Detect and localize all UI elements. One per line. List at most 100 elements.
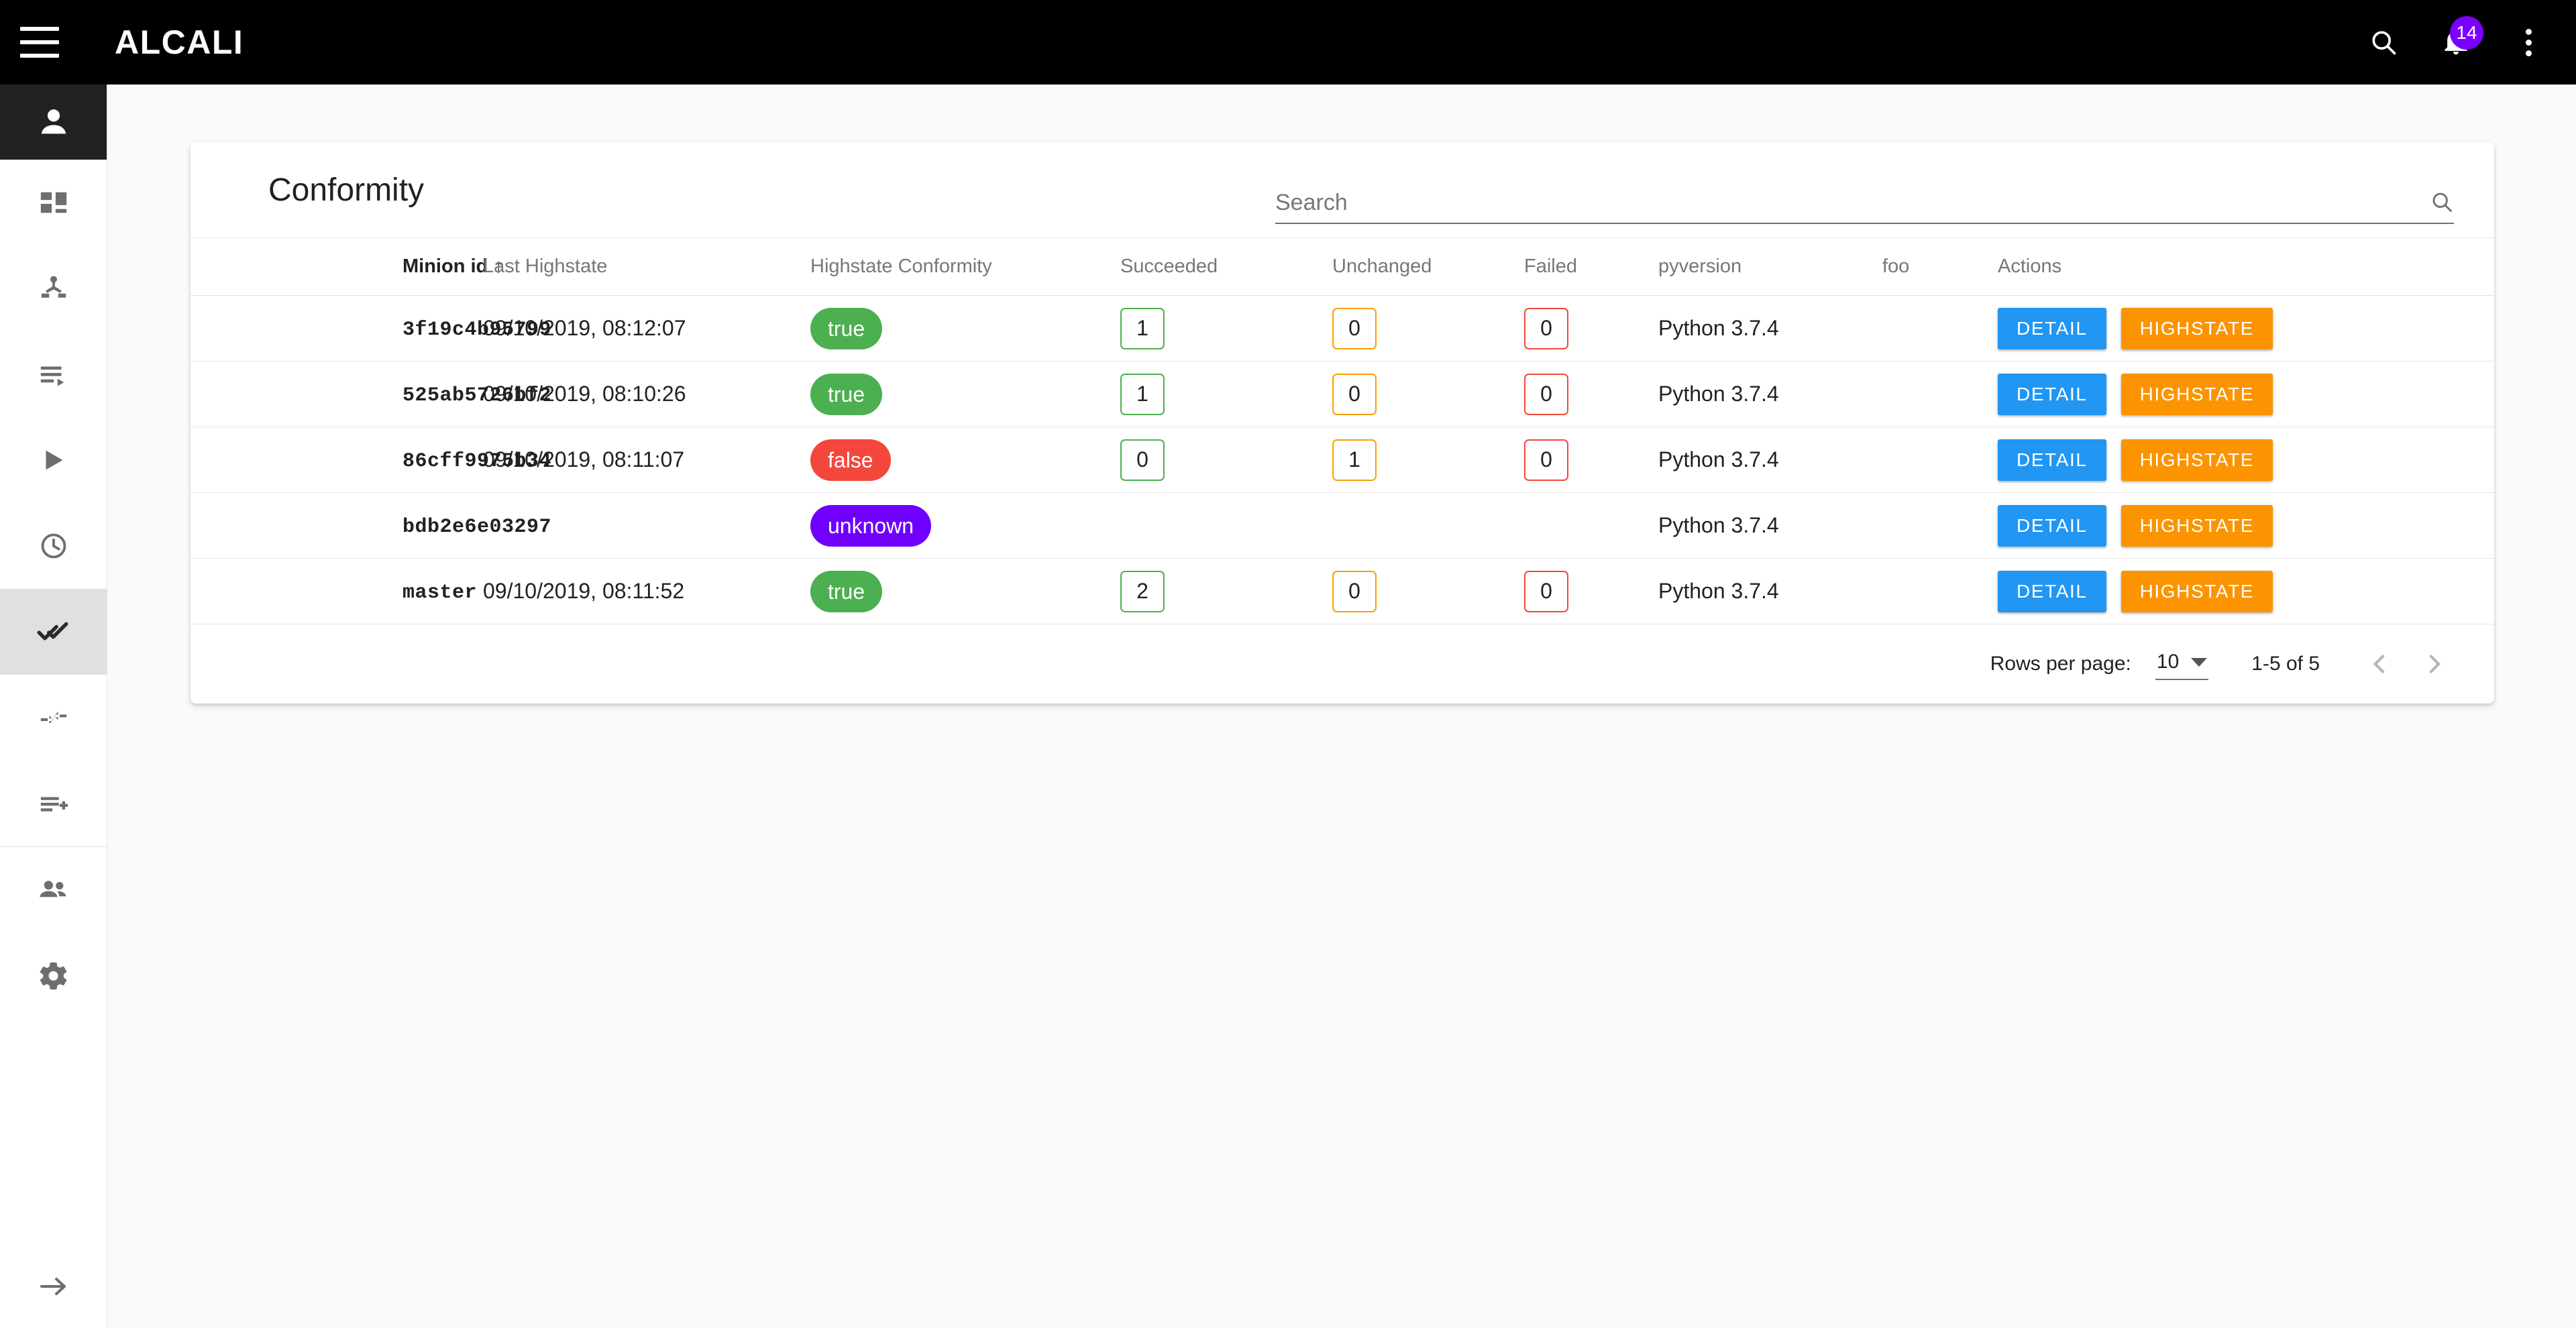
pyversion-text: Python 3.7.4 [1658,382,1779,406]
conformity-card: Conformity Minion id↑ Last Highstate Hig… [191,142,2494,704]
cell-highstate-conformity: true [810,295,1120,362]
arrow-forward-icon [40,1278,66,1295]
highstate-button[interactable]: HIGHSTATE [2121,373,2273,415]
detail-button[interactable]: DETAIL [1998,504,2106,547]
table-row[interactable]: master 09/10/2019, 08:11:52 true 2 0 0 Python … [191,558,2494,624]
highstate-button[interactable]: HIGHSTATE [2121,570,2273,612]
column-header-pyversion[interactable]: pyversion [1658,237,1882,296]
people-group-icon [39,881,66,897]
cell-failed [1524,492,1658,559]
bell-icon[interactable]: 14 [2434,16,2483,64]
cell-failed: 0 [1524,295,1658,362]
cell-minion-id: bdb2e6e03297 [191,492,551,559]
cell-unchanged: 0 [1332,558,1524,624]
detail-button[interactable]: DETAIL [1998,570,2106,612]
column-header-unchanged[interactable]: Unchanged [1332,237,1524,296]
app-title: ALCALI [115,23,244,61]
cell-succeeded: 0 [1120,427,1332,493]
sidebar-collapse-toggle[interactable] [0,1245,107,1328]
cell-foo [1882,492,1998,559]
rows-per-page-select[interactable]: 10 [2155,648,2209,680]
table-row[interactable]: bdb2e6e03297 unknown Python 3.7.4 DETAIL HIG… [191,492,2494,559]
failed-count: 0 [1524,307,1568,349]
hierarchy-network-icon [41,276,66,298]
table-row[interactable]: 3f19c4b95799 09/10/2019, 08:12:07 true 1 0 0 P… [191,295,2494,362]
more-vertical-icon[interactable] [2506,20,2551,64]
sidebar-item-settings[interactable] [0,933,107,1019]
column-header-highstate-conformity[interactable]: Highstate Conformity [810,237,1120,296]
sidebar-item-run[interactable] [0,417,107,503]
succeeded-count: 0 [1120,439,1165,481]
column-header-foo[interactable]: foo [1882,237,1998,296]
column-header-actions: Actions [1998,237,2494,296]
cell-last-highstate: 09/10/2019, 08:11:07 [483,427,810,493]
compare-arrows-icon [40,712,66,724]
column-header-succeeded[interactable]: Succeeded [1120,237,1332,296]
conformity-status-badge: true [810,373,883,415]
sidebar-item-users[interactable] [0,847,107,933]
sidebar-item-conformity[interactable] [0,589,107,675]
conformity-status-badge: unknown [810,504,932,547]
playlist-add-icon [40,797,68,812]
table-pagination: Rows per page: 10 1-5 of 5 [191,624,2494,704]
search-icon[interactable] [2361,20,2406,64]
hamburger-menu-icon[interactable] [20,27,59,58]
previous-page-button[interactable] [2359,640,2407,688]
cell-foo [1882,558,1998,624]
page-title: Conformity [268,172,425,208]
cell-unchanged: 1 [1332,427,1524,493]
double-check-icon [36,622,68,641]
highstate-button[interactable]: HIGHSTATE [2121,307,2273,349]
table-row[interactable]: 525ab5726bf2 09/10/2019, 08:10:26 true 1 0 0 P… [191,361,2494,427]
cell-minion-id: master [191,558,483,624]
cell-highstate-conformity: true [810,361,1120,427]
cell-failed: 0 [1524,558,1658,624]
queue-list-icon [40,366,64,386]
cell-foo [1882,295,1998,362]
chevron-right-icon [2421,654,2441,674]
last-highstate-text: 09/10/2019, 08:11:52 [483,579,685,603]
cell-actions: DETAIL HIGHSTATE [1998,361,2494,427]
sidebar-item-schedule[interactable] [0,503,107,589]
sidebar-item-minions[interactable] [0,245,107,331]
cell-actions: DETAIL HIGHSTATE [1998,295,2494,362]
chevron-down-icon [2191,657,2208,667]
detail-button[interactable]: DETAIL [1998,373,2106,415]
column-header-failed[interactable]: Failed [1524,237,1658,296]
app-bar: ALCALI 14 [0,0,2576,85]
cell-actions: DETAIL HIGHSTATE [1998,558,2494,624]
detail-button[interactable]: DETAIL [1998,439,2106,481]
cell-highstate-conformity: unknown [810,492,1120,559]
sidebar-item-dashboard[interactable] [0,160,107,245]
pyversion-text: Python 3.7.4 [1658,316,1779,340]
column-header-last-highstate[interactable]: Last Highstate [483,237,810,296]
unchanged-count: 0 [1332,373,1377,415]
conformity-status-badge: false [810,439,891,481]
sidebar-avatar[interactable] [0,85,107,160]
detail-button[interactable]: DETAIL [1998,307,2106,349]
cell-succeeded: 1 [1120,361,1332,427]
column-header-minion-id[interactable]: Minion id ↑ [191,237,504,296]
next-page-button[interactable] [2407,640,2455,688]
highstate-button[interactable]: HIGHSTATE [2121,439,2273,481]
play-arrow-icon [46,450,62,470]
sidebar-item-sync[interactable] [0,675,107,761]
sidebar-item-add-job[interactable] [0,761,107,846]
pyversion-text: Python 3.7.4 [1658,447,1779,472]
last-highstate-text: 09/10/2019, 08:12:07 [483,316,686,340]
sidebar [0,85,107,1328]
pyversion-text: Python 3.7.4 [1658,513,1779,537]
cell-highstate-conformity: true [810,558,1120,624]
pyversion-text: Python 3.7.4 [1658,579,1779,603]
cell-foo [1882,427,1998,493]
sidebar-item-jobs[interactable] [0,331,107,417]
chevron-left-icon [2373,654,2393,674]
rows-per-page-label: Rows per page: [1990,653,2131,675]
highstate-button[interactable]: HIGHSTATE [2121,504,2273,547]
table-row[interactable]: 86cff9975b34 09/10/2019, 08:11:07 false 0 1 0… [191,427,2494,493]
search-icon[interactable] [2430,190,2454,217]
search-input[interactable] [1275,188,2430,217]
table-header-row: Minion id ↑ Last Highstate Highstate Conf… [191,237,2494,296]
cell-pyversion: Python 3.7.4 [1658,492,1882,559]
